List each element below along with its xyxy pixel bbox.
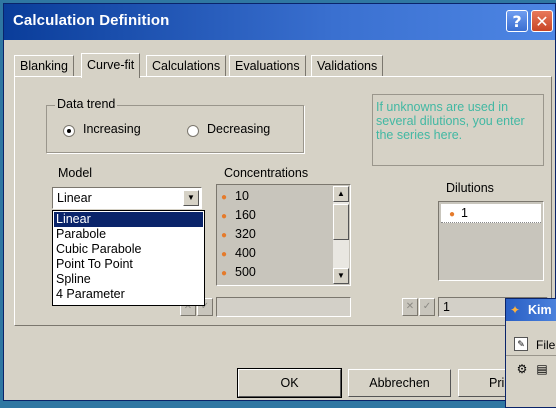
model-selected-value: Linear: [57, 191, 92, 205]
delete-x-icon[interactable]: ✕: [402, 298, 418, 316]
data-trend-label: Data trend: [55, 97, 118, 111]
close-button[interactable]: ✕: [531, 10, 553, 32]
model-dropdown[interactable]: Linear ▼: [52, 187, 202, 209]
decreasing-label[interactable]: Decreasing: [207, 122, 270, 136]
concentration-input[interactable]: [216, 297, 351, 317]
model-option-4-parameter[interactable]: 4 Parameter: [54, 287, 203, 302]
model-option-spline[interactable]: Spline: [54, 272, 203, 287]
tab-validations[interactable]: Validations: [311, 55, 384, 76]
data-trend-group: Data trend Increasing Decreasing: [46, 97, 304, 153]
app-logo-icon: ✦: [510, 303, 521, 317]
scroll-up-icon[interactable]: ▲: [333, 186, 349, 202]
list-item[interactable]: ● 10: [221, 187, 249, 205]
tab-curve-fit[interactable]: Curve-fit: [81, 53, 141, 78]
ok-button[interactable]: OK: [237, 368, 342, 398]
model-option-parabole[interactable]: Parabole: [54, 227, 203, 242]
background-menu-bar: ✎ File: [506, 335, 556, 356]
model-options-list[interactable]: Linear Parabole Cubic Parabole Point To …: [52, 210, 205, 306]
list-bullet-icon: ●: [449, 209, 456, 220]
concentrations-label: Concentrations: [224, 166, 309, 180]
close-icon: ✕: [535, 11, 549, 31]
scroll-thumb[interactable]: [333, 204, 349, 240]
file-icon[interactable]: ✎: [514, 337, 528, 351]
increasing-radio[interactable]: [63, 125, 75, 137]
help-button[interactable]: ?: [506, 10, 528, 32]
dilution-info-text: If unknowns are used in several dilution…: [372, 94, 544, 166]
scroll-down-icon[interactable]: ▼: [333, 268, 349, 284]
list-item[interactable]: ● 1: [441, 204, 541, 223]
list-item[interactable]: ● 400: [221, 244, 256, 262]
menu-file[interactable]: File: [536, 338, 555, 352]
background-window-title-bar[interactable]: ✦ Kim: [506, 299, 556, 321]
dilutions-label: Dilutions: [446, 181, 494, 195]
list-item[interactable]: ● 160: [221, 206, 256, 224]
decreasing-radio[interactable]: [187, 125, 199, 137]
list-bullet-icon: ●: [221, 211, 228, 222]
calculation-definition-dialog: Calculation Definition ? ✕ Blanking Curv…: [3, 3, 556, 401]
tab-evaluations[interactable]: Evaluations: [229, 55, 306, 76]
tab-blanking[interactable]: Blanking: [14, 55, 74, 76]
dilutions-list[interactable]: ● 1: [438, 201, 544, 281]
background-window-title: Kim: [528, 303, 552, 317]
increasing-label[interactable]: Increasing: [83, 122, 141, 136]
settings-icon[interactable]: ⚙: [514, 361, 530, 377]
list-item[interactable]: ● 320: [221, 225, 256, 243]
radio-selected-dot: [67, 129, 71, 133]
cancel-button[interactable]: Abbrechen: [348, 369, 451, 397]
chevron-down-icon[interactable]: ▼: [183, 190, 199, 206]
model-option-linear[interactable]: Linear: [54, 212, 203, 227]
background-app-window[interactable]: ✦ Kim ✎ File ⚙ ▤: [505, 298, 556, 408]
list-bullet-icon: ●: [221, 249, 228, 260]
tab-calculations[interactable]: Calculations: [146, 55, 227, 76]
model-label: Model: [58, 166, 93, 180]
concentrations-scrollbar[interactable]: ▲ ▼: [333, 186, 349, 284]
confirm-check-icon[interactable]: ✓: [419, 298, 435, 316]
model-option-point-to-point[interactable]: Point To Point: [54, 257, 203, 272]
model-option-cubic-parabole[interactable]: Cubic Parabole: [54, 242, 203, 257]
question-mark-icon: ?: [512, 11, 522, 31]
document-icon[interactable]: ▤: [534, 361, 550, 377]
window-title: Calculation Definition: [13, 12, 170, 29]
list-bullet-icon: ●: [221, 192, 228, 203]
list-bullet-icon: ●: [221, 230, 228, 241]
concentrations-list[interactable]: ● 10 ● 160 ● 320 ● 400 ● 500 ▲ ▼: [216, 184, 351, 286]
list-item[interactable]: ● 500: [221, 263, 256, 281]
title-bar[interactable]: Calculation Definition ? ✕: [4, 4, 555, 40]
list-bullet-icon: ●: [221, 268, 228, 279]
